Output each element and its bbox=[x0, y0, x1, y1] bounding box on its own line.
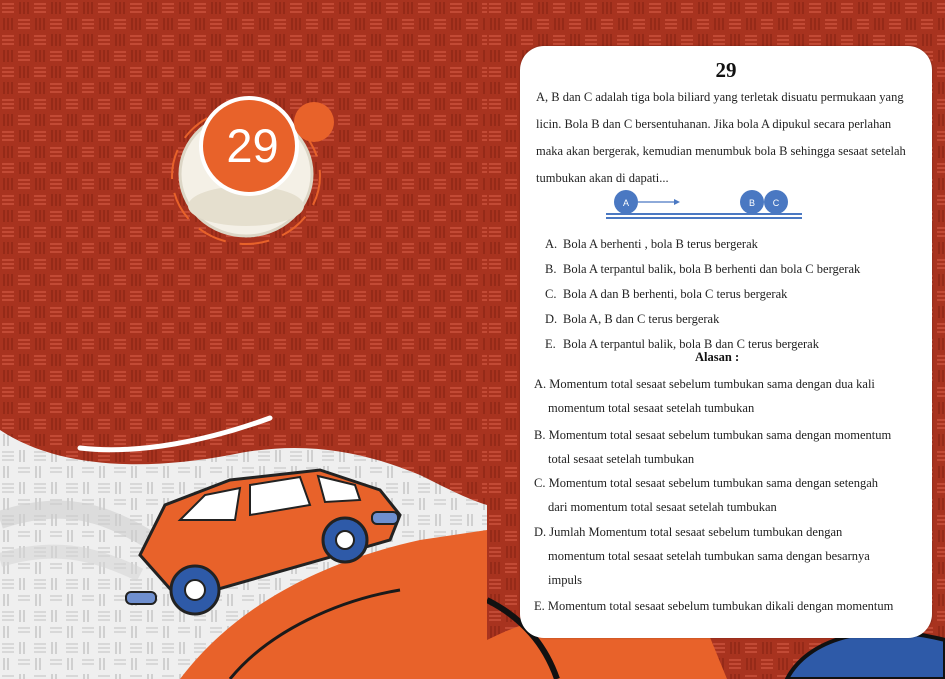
reason-line: dari momentum total sesaat setelah tumbu… bbox=[548, 500, 777, 514]
option-text: Bola A terpantul balik, bola B dan C ter… bbox=[563, 337, 819, 351]
answer-option-e[interactable]: E. Bola A terpantul balik, bola B dan C t… bbox=[545, 337, 819, 352]
reason-line: B. Momentum total sesaat sebelum tumbuka… bbox=[534, 428, 892, 442]
option-text: Bola A terpantul balik, bola B berhenti … bbox=[563, 262, 861, 276]
ball-a-label: A bbox=[623, 198, 629, 208]
reason-line: C. Momentum total sesaat sebelum tumbuka… bbox=[534, 476, 879, 490]
option-text: Bola A berhenti , bola B terus bergerak bbox=[563, 237, 758, 251]
reason-option-d[interactable]: D. Jumlah Momentum total sesaat sebelum … bbox=[534, 520, 929, 592]
option-letter: B. bbox=[545, 262, 557, 276]
ball-b-label: B bbox=[749, 198, 755, 208]
option-letter: A. bbox=[545, 237, 558, 251]
reason-option-c[interactable]: C. Momentum total sesaat sebelum tumbuka… bbox=[534, 471, 929, 519]
badge-number: 29 bbox=[226, 119, 279, 172]
reason-line: D. Jumlah Momentum total sesaat sebelum … bbox=[534, 525, 843, 539]
option-letter: D. bbox=[545, 312, 558, 326]
reason-line: momentum total sesaat setelah tumbukan bbox=[548, 401, 755, 415]
option-letter: E. bbox=[545, 337, 556, 351]
reason-heading: Alasan : bbox=[695, 350, 740, 364]
answer-option-d[interactable]: D. Bola A, B dan C terus bergerak bbox=[545, 312, 719, 327]
billiard-balls-diagram: A B C bbox=[606, 190, 802, 219]
answer-option-b[interactable]: B. Bola A terpantul balik, bola B berhent… bbox=[545, 262, 860, 277]
reason-line: A. Momentum total sesaat sebelum tumbuka… bbox=[534, 377, 875, 391]
option-letter: C. bbox=[545, 287, 557, 301]
reason-option-a[interactable]: A. Momentum total sesaat sebelum tumbuka… bbox=[534, 372, 929, 420]
question-text: A, B dan C adalah tiga bola biliard yang… bbox=[536, 84, 926, 192]
reason-option-b[interactable]: B. Momentum total sesaat sebelum tumbuka… bbox=[534, 423, 929, 471]
question-line: A, B dan C adalah tiga bola biliard yang… bbox=[536, 90, 904, 104]
question-line: maka akan bergerak, kemudian menumbuk bo… bbox=[536, 144, 906, 158]
question-number: 29 bbox=[715, 58, 737, 82]
ball-c-label: C bbox=[773, 198, 780, 208]
answer-option-c[interactable]: C. Bola A dan B berhenti, bola C terus be… bbox=[545, 287, 787, 302]
answer-option-a[interactable]: A. Bola A berhenti , bola B terus bergera… bbox=[545, 237, 758, 252]
reason-line: total sesaat setelah tumbukan bbox=[548, 452, 695, 466]
reason-line: momentum total sesaat setelah tumbukan s… bbox=[548, 549, 870, 563]
reason-line: E. Momentum total sesaat sebelum tumbuka… bbox=[534, 599, 894, 613]
reason-option-e[interactable]: E. Momentum total sesaat sebelum tumbuka… bbox=[534, 594, 929, 618]
left-page: 29 bbox=[0, 0, 487, 679]
option-text: Bola A, B dan C terus bergerak bbox=[563, 312, 720, 326]
option-text: Bola A dan B berhenti, bola C terus berg… bbox=[563, 287, 788, 301]
reason-line: impuls bbox=[548, 573, 583, 587]
question-line: licin. Bola B dan C bersentuhanan. Jika … bbox=[536, 117, 892, 131]
